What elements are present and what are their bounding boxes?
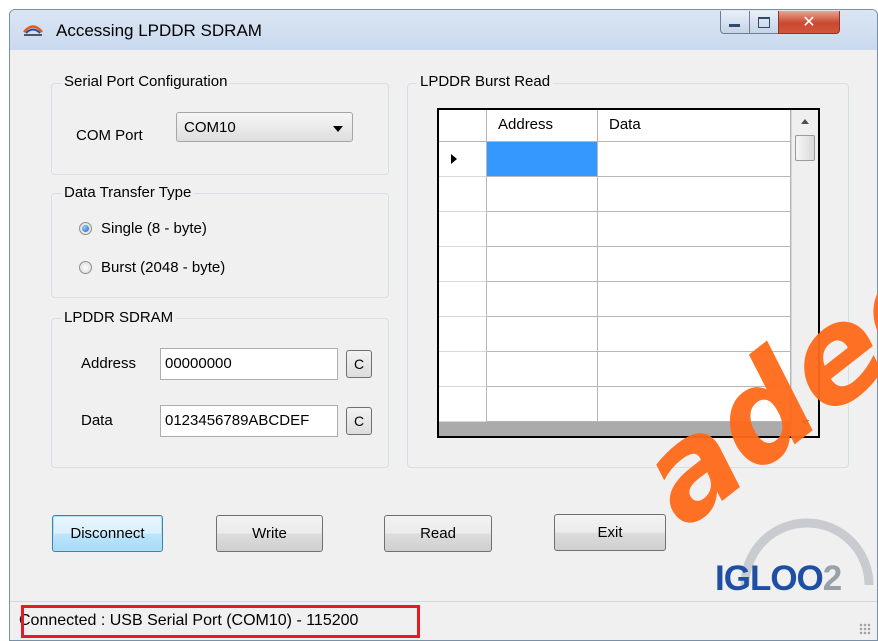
data-label: Data	[81, 412, 113, 429]
table-row[interactable]	[439, 212, 791, 247]
data-cell[interactable]	[598, 212, 791, 247]
table-row[interactable]	[439, 317, 791, 352]
window-title: Accessing LPDDR SDRAM	[56, 21, 262, 40]
disconnect-button[interactable]: Disconnect	[52, 515, 163, 552]
address-cell[interactable]	[487, 142, 598, 177]
data-cell[interactable]	[598, 387, 791, 422]
logo-text-part2: 2	[822, 559, 842, 598]
row-header[interactable]	[439, 142, 487, 177]
data-cell[interactable]	[598, 247, 791, 282]
row-header[interactable]	[439, 247, 487, 282]
data-cell[interactable]	[598, 317, 791, 352]
minimize-icon	[729, 24, 740, 27]
address-cell[interactable]	[487, 247, 598, 282]
transfer-type-group	[51, 193, 389, 298]
grid-vertical-scrollbar[interactable]	[791, 110, 818, 436]
address-label: Address	[81, 355, 137, 372]
close-button[interactable]: ✕	[778, 11, 840, 34]
clear-address-button[interactable]: C	[346, 350, 372, 378]
address-cell[interactable]	[487, 317, 598, 352]
app-icon	[23, 25, 43, 36]
address-cell[interactable]	[487, 282, 598, 317]
close-icon: ✕	[802, 12, 816, 31]
row-header[interactable]	[439, 352, 487, 387]
current-row-icon	[451, 154, 457, 164]
data-input[interactable]: 0123456789ABCDEF	[160, 405, 338, 437]
igloo2-logo: IGLOO2	[715, 559, 842, 599]
maximize-icon	[758, 17, 770, 28]
chevron-down-icon	[333, 126, 343, 132]
write-button[interactable]: Write	[216, 515, 323, 552]
status-highlight-box	[21, 605, 420, 638]
address-cell[interactable]	[487, 177, 598, 212]
address-cell[interactable]	[487, 352, 598, 387]
single-radio[interactable]	[79, 222, 92, 235]
scroll-down-icon[interactable]	[801, 420, 809, 425]
maximize-button[interactable]	[749, 11, 779, 34]
title-bar: Accessing LPDDR SDRAM ✕	[10, 10, 877, 50]
address-cell[interactable]	[487, 387, 598, 422]
read-button[interactable]: Read	[384, 515, 492, 552]
scroll-thumb[interactable]	[795, 135, 815, 161]
serial-port-group-label: Serial Port Configuration	[61, 73, 231, 90]
burst-read-group-label: LPDDR Burst Read	[417, 73, 554, 90]
grid-column-data[interactable]: Data	[598, 110, 791, 141]
burst-data-grid[interactable]: Address Data	[437, 108, 820, 438]
data-cell[interactable]	[598, 142, 791, 177]
scroll-up-icon[interactable]	[801, 119, 809, 124]
row-header[interactable]	[439, 282, 487, 317]
address-cell[interactable]	[487, 212, 598, 247]
row-header[interactable]	[439, 387, 487, 422]
com-port-value: COM10	[184, 119, 236, 136]
table-row[interactable]	[439, 142, 791, 177]
table-row[interactable]	[439, 177, 791, 212]
address-input[interactable]: 00000000	[160, 348, 338, 380]
single-radio-label: Single (8 - byte)	[101, 220, 207, 237]
row-header[interactable]	[439, 212, 487, 247]
grid-header: Address Data	[439, 110, 791, 142]
table-row[interactable]	[439, 352, 791, 387]
main-window: Accessing LPDDR SDRAM ✕ Serial Port Conf…	[9, 9, 878, 641]
transfer-type-group-label: Data Transfer Type	[61, 184, 195, 201]
grid-column-address[interactable]: Address	[487, 110, 598, 141]
exit-button[interactable]: Exit	[554, 514, 666, 551]
com-port-label: COM Port	[76, 127, 143, 144]
data-cell[interactable]	[598, 177, 791, 212]
sdram-group-label: LPDDR SDRAM	[61, 309, 177, 326]
burst-radio-label: Burst (2048 - byte)	[101, 259, 226, 276]
table-row[interactable]	[439, 282, 791, 317]
data-cell[interactable]	[598, 352, 791, 387]
table-row[interactable]	[439, 247, 791, 282]
logo-text-part1: IGLOO	[715, 559, 824, 598]
burst-radio[interactable]	[79, 261, 92, 274]
row-header[interactable]	[439, 177, 487, 212]
clear-data-button[interactable]: C	[346, 407, 372, 435]
data-cell[interactable]	[598, 282, 791, 317]
minimize-button[interactable]	[720, 11, 750, 34]
grid-corner	[439, 110, 487, 141]
sdram-group	[51, 318, 389, 468]
com-port-select[interactable]: COM10	[176, 112, 353, 142]
table-row[interactable]	[439, 387, 791, 422]
row-header[interactable]	[439, 317, 487, 352]
resize-grip-icon[interactable]	[859, 623, 871, 635]
